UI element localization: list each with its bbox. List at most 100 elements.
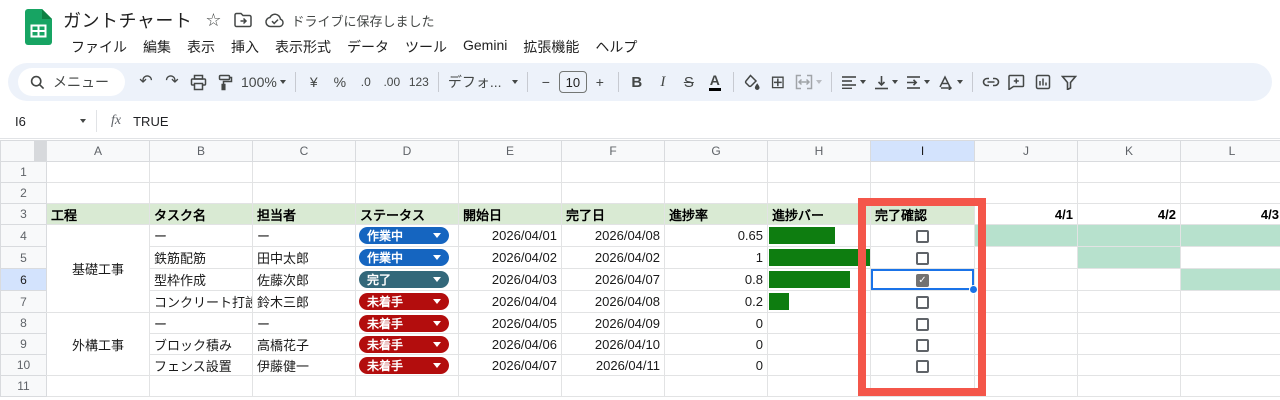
completion-cell[interactable] [870, 312, 975, 334]
menu-extensions[interactable]: 拡張機能 [515, 35, 587, 59]
end-date-cell[interactable]: 2026/04/02 [561, 246, 665, 269]
select-all-corner[interactable] [0, 140, 47, 162]
decrease-decimal-button[interactable]: .0 [353, 69, 379, 95]
save-status[interactable]: ドライブに保存しました [265, 11, 434, 30]
progress-cell[interactable]: 0.2 [664, 290, 768, 313]
star-icon[interactable]: ☆ [205, 11, 221, 29]
strikethrough-button[interactable]: S [676, 69, 702, 95]
header-cell-end-date[interactable]: 完了日 [561, 203, 665, 225]
cell[interactable] [46, 161, 150, 183]
progress-bar-cell[interactable] [767, 312, 871, 334]
progress-cell[interactable]: 0 [664, 312, 768, 334]
end-date-cell[interactable]: 2026/04/08 [561, 224, 665, 247]
completion-cell[interactable] [870, 224, 975, 247]
progress-cell[interactable]: 0 [664, 354, 768, 376]
name-box[interactable]: I6 [0, 114, 96, 129]
search-menus-button[interactable]: メニュー [18, 68, 125, 96]
insert-link-icon[interactable] [978, 69, 1004, 95]
status-chip[interactable]: 作業中 [359, 249, 449, 266]
header-cell-completion-check[interactable]: 完了確認 [870, 203, 975, 225]
status-chip[interactable]: 未着手 [359, 356, 449, 374]
progress-bar-cell[interactable] [767, 268, 871, 291]
merge-cells-icon[interactable] [791, 69, 826, 95]
cell[interactable] [46, 182, 150, 204]
increase-font-size-button[interactable]: + [587, 69, 613, 95]
cell[interactable] [355, 375, 459, 397]
italic-button[interactable]: I [650, 69, 676, 95]
menu-help[interactable]: ヘルプ [587, 35, 645, 59]
column-header-h[interactable]: H [767, 140, 871, 162]
end-date-cell[interactable]: 2026/04/07 [561, 268, 665, 291]
menu-data[interactable]: データ [339, 35, 397, 59]
document-title[interactable]: ガントチャート [63, 7, 192, 33]
cell[interactable] [870, 182, 975, 204]
status-cell[interactable]: 作業中 [355, 224, 459, 247]
more-formats-button[interactable]: 123 [405, 69, 433, 95]
progress-bar-cell[interactable] [767, 290, 871, 313]
gantt-cell[interactable] [1077, 354, 1181, 376]
gantt-cell[interactable] [974, 224, 1078, 247]
menu-view[interactable]: 表示 [179, 35, 223, 59]
completion-cell[interactable] [870, 333, 975, 355]
status-cell[interactable]: 作業中 [355, 246, 459, 269]
horizontal-align-icon[interactable] [837, 69, 870, 95]
insert-comment-icon[interactable] [1004, 69, 1030, 95]
checkbox[interactable] [916, 274, 929, 288]
header-cell-progress[interactable]: 進捗率 [664, 203, 768, 225]
column-header-c[interactable]: C [252, 140, 356, 162]
cell[interactable] [561, 182, 665, 204]
row-header-6[interactable]: 6 [0, 268, 47, 291]
menu-format[interactable]: 表示形式 [267, 35, 339, 59]
cell[interactable] [974, 161, 1078, 183]
percent-format-button[interactable]: % [327, 69, 353, 95]
header-cell-status[interactable]: ステータス [355, 203, 459, 225]
gantt-cell[interactable] [1077, 333, 1181, 355]
task-name-cell[interactable]: ー [149, 312, 253, 334]
start-date-cell[interactable]: 2026/04/03 [458, 268, 562, 291]
checkbox[interactable] [916, 230, 929, 244]
text-rotation-icon[interactable] [934, 69, 967, 95]
end-date-cell[interactable]: 2026/04/08 [561, 290, 665, 313]
cell[interactable] [1077, 161, 1181, 183]
progress-bar-cell[interactable] [767, 224, 871, 247]
gantt-cell[interactable] [1180, 312, 1280, 334]
cell[interactable] [149, 161, 253, 183]
move-to-folder-icon[interactable] [234, 12, 253, 28]
column-header-e[interactable]: E [458, 140, 562, 162]
status-chip[interactable]: 未着手 [359, 335, 449, 353]
insert-chart-icon[interactable] [1030, 69, 1056, 95]
assignee-cell[interactable]: ー [252, 312, 356, 334]
redo-icon[interactable]: ↷ [159, 69, 185, 95]
currency-format-button[interactable]: ¥ [301, 69, 327, 95]
menu-gemini[interactable]: Gemini [455, 35, 515, 59]
header-cell-process[interactable]: 工程 [46, 203, 150, 225]
checkbox[interactable] [916, 252, 929, 266]
column-header-i[interactable]: I [870, 140, 975, 162]
formula-input[interactable]: TRUE [133, 114, 168, 129]
cell[interactable] [561, 161, 665, 183]
cell[interactable] [1180, 161, 1280, 183]
gantt-cell[interactable] [1077, 224, 1181, 247]
start-date-cell[interactable]: 2026/04/07 [458, 354, 562, 376]
cell[interactable] [767, 161, 871, 183]
decrease-font-size-button[interactable]: − [533, 69, 559, 95]
menu-file[interactable]: ファイル [63, 35, 135, 59]
cell[interactable] [458, 182, 562, 204]
fill-color-icon[interactable] [739, 69, 765, 95]
start-date-cell[interactable]: 2026/04/01 [458, 224, 562, 247]
selected-cell-I6[interactable] [870, 268, 978, 294]
borders-icon[interactable]: ⊞ [765, 69, 791, 95]
cell[interactable] [1180, 182, 1280, 204]
row-header-7[interactable]: 7 [0, 290, 47, 313]
gantt-cell[interactable] [1180, 333, 1280, 355]
row-header-3[interactable]: 3 [0, 203, 47, 225]
column-header-b[interactable]: B [149, 140, 253, 162]
progress-bar-cell[interactable] [767, 333, 871, 355]
gantt-cell[interactable] [974, 312, 1078, 334]
task-name-cell[interactable]: コンクリート打設 [149, 290, 253, 313]
menu-tools[interactable]: ツール [397, 35, 455, 59]
font-size-input[interactable]: 10 [558, 71, 587, 93]
row-header-9[interactable]: 9 [0, 333, 47, 355]
task-name-cell[interactable]: ー [149, 224, 253, 247]
column-header-k[interactable]: K [1077, 140, 1181, 162]
